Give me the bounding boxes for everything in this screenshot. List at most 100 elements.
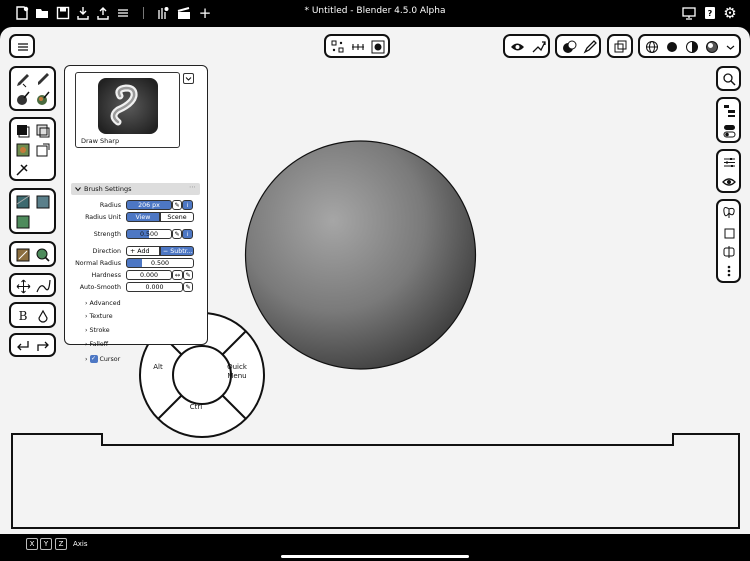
pressure-pen-icon[interactable]: ✎ xyxy=(172,200,182,210)
strength-pressure-toggle-icon[interactable]: ⁞ xyxy=(182,229,193,239)
chevron-down-icon xyxy=(185,77,192,81)
bold-text-icon[interactable]: B xyxy=(14,307,32,325)
annotate-pen-icon[interactable] xyxy=(581,39,599,55)
wireframe-shading-icon[interactable] xyxy=(643,39,661,55)
cursor-checkbox[interactable]: ✓ xyxy=(89,355,98,363)
undo-redo-group xyxy=(9,333,56,357)
symmetry-butterfly-icon[interactable] xyxy=(721,205,737,221)
chevron-down-icon[interactable] xyxy=(723,39,737,55)
autosmooth-label: Auto-Smooth xyxy=(79,284,121,291)
square-icon[interactable] xyxy=(721,225,737,241)
face-set-icon[interactable] xyxy=(14,141,32,159)
section-stroke-label: Stroke xyxy=(89,327,110,334)
box-hide-icon[interactable] xyxy=(34,141,52,159)
direction-subtract[interactable]: − Subtr... xyxy=(160,246,194,256)
radius-unit-label: Radius Unit xyxy=(85,214,121,221)
section-cursor-label: Cursor xyxy=(99,355,121,363)
section-falloff-label: Falloff xyxy=(89,341,109,348)
axis-label: Axis xyxy=(73,540,88,548)
radius-field[interactable]: 206 px xyxy=(126,200,172,210)
solid-shading-icon[interactable] xyxy=(663,39,681,55)
properties-group xyxy=(716,149,741,193)
split-view-icon[interactable] xyxy=(721,244,737,260)
hardness-pen-icon[interactable]: ✎ xyxy=(183,270,193,280)
edit-face-set-icon[interactable] xyxy=(14,246,32,264)
main-menu-button[interactable] xyxy=(9,34,35,58)
brush-settings-header[interactable]: Brush Settings ⋯ xyxy=(71,183,200,195)
outliner-group xyxy=(716,97,741,143)
paint-brush-icon[interactable] xyxy=(34,90,52,108)
toggles-icon[interactable] xyxy=(721,122,737,140)
plus-icon: + xyxy=(130,247,138,255)
move-icon[interactable] xyxy=(14,278,32,294)
mesh-filter-icon[interactable] xyxy=(14,193,32,211)
mask-icon[interactable] xyxy=(14,122,32,140)
trim-icon[interactable] xyxy=(14,160,32,178)
autosmooth-field[interactable]: 0.000 xyxy=(126,282,183,292)
hardness-label: Hardness xyxy=(91,272,122,279)
help-book-icon[interactable]: ? xyxy=(702,5,718,21)
brush-dropdown-button[interactable] xyxy=(183,73,194,84)
overlay-toolbar xyxy=(555,34,601,58)
box-mask-icon[interactable] xyxy=(34,122,52,140)
section-cursor[interactable]: › ✓ Cursor xyxy=(85,355,120,363)
search-button[interactable] xyxy=(716,66,741,91)
rendered-shading-icon[interactable] xyxy=(703,39,721,55)
sculpt-sphere[interactable] xyxy=(244,140,477,370)
section-falloff[interactable]: › Falloff xyxy=(85,341,108,348)
hamburger-icon xyxy=(18,43,28,51)
smooth-brush-icon[interactable] xyxy=(14,90,32,108)
redo-icon[interactable] xyxy=(34,338,52,354)
normal-radius-field[interactable]: 0.500 xyxy=(126,258,194,268)
more-dots-icon[interactable] xyxy=(721,263,737,279)
radius-unit-view[interactable]: View xyxy=(126,212,160,222)
brush-thumbnail-card[interactable]: Draw Sharp xyxy=(75,72,180,148)
snap-increment-icon[interactable] xyxy=(350,39,366,55)
brush-settings-title: Brush Settings xyxy=(84,185,132,193)
monitor-icon[interactable] xyxy=(681,5,697,21)
mask-by-color-icon[interactable] xyxy=(34,246,52,264)
strength-field[interactable]: 0.500 xyxy=(126,229,172,239)
normal-radius-label: Normal Radius xyxy=(75,260,121,267)
overlay-circles-icon[interactable] xyxy=(560,39,578,55)
autosmooth-pen-icon[interactable]: ✎ xyxy=(183,282,193,292)
radius-unit-scene[interactable]: Scene xyxy=(160,212,194,222)
key-x: X xyxy=(26,538,38,550)
timeline-region xyxy=(11,433,740,529)
visibility-eye-icon[interactable] xyxy=(508,39,526,55)
pie-alt-option[interactable]: Alt xyxy=(150,363,166,371)
section-texture[interactable]: › Texture xyxy=(85,313,113,320)
color-filter-icon[interactable] xyxy=(14,213,32,231)
transform-tools-group xyxy=(9,273,56,297)
pie-ctrl-option[interactable]: Ctrl xyxy=(184,403,208,411)
fill-drop-icon[interactable] xyxy=(34,307,52,325)
invert-arrows-icon[interactable]: ↔ xyxy=(172,270,183,280)
material-shading-icon[interactable] xyxy=(683,39,701,55)
annotate-curve-icon[interactable] xyxy=(34,278,52,294)
undo-icon[interactable] xyxy=(14,338,32,354)
cloth-filter-icon[interactable] xyxy=(34,193,52,211)
brush-tools-group xyxy=(9,66,56,111)
pie-quick-menu-line2[interactable]: Menu xyxy=(223,372,251,380)
section-stroke[interactable]: › Stroke xyxy=(85,327,110,334)
hardness-field[interactable]: 0.000 xyxy=(126,270,172,280)
direction-add[interactable]: + Add xyxy=(126,246,160,256)
xray-button[interactable] xyxy=(607,34,633,58)
transform-pivot-icon[interactable] xyxy=(330,39,346,55)
sliders-icon[interactable] xyxy=(721,154,737,171)
proportional-edit-icon[interactable] xyxy=(370,39,386,55)
xray-icon xyxy=(614,40,627,53)
viewport-options-group xyxy=(716,199,741,283)
gizmo-arrows-icon[interactable] xyxy=(529,39,547,55)
viewport[interactable]: B Alt Ctrl Quick Menu Draw Sharp Brush S… xyxy=(0,27,750,534)
strength-pen-icon[interactable]: ✎ xyxy=(172,229,182,239)
view-eye-icon[interactable] xyxy=(721,173,737,190)
section-advanced[interactable]: › Advanced xyxy=(85,300,121,307)
gear-icon[interactable]: ⚙ xyxy=(722,4,738,22)
clay-brush-icon[interactable] xyxy=(34,71,52,89)
pen-pressure-toggle-icon[interactable]: ⁞ xyxy=(182,200,193,210)
outliner-icon[interactable] xyxy=(721,102,737,120)
pie-quick-menu-line1[interactable]: Quick xyxy=(223,363,251,371)
grip-dots-icon[interactable]: ⋯ xyxy=(189,183,196,191)
draw-brush-icon[interactable] xyxy=(14,71,32,89)
